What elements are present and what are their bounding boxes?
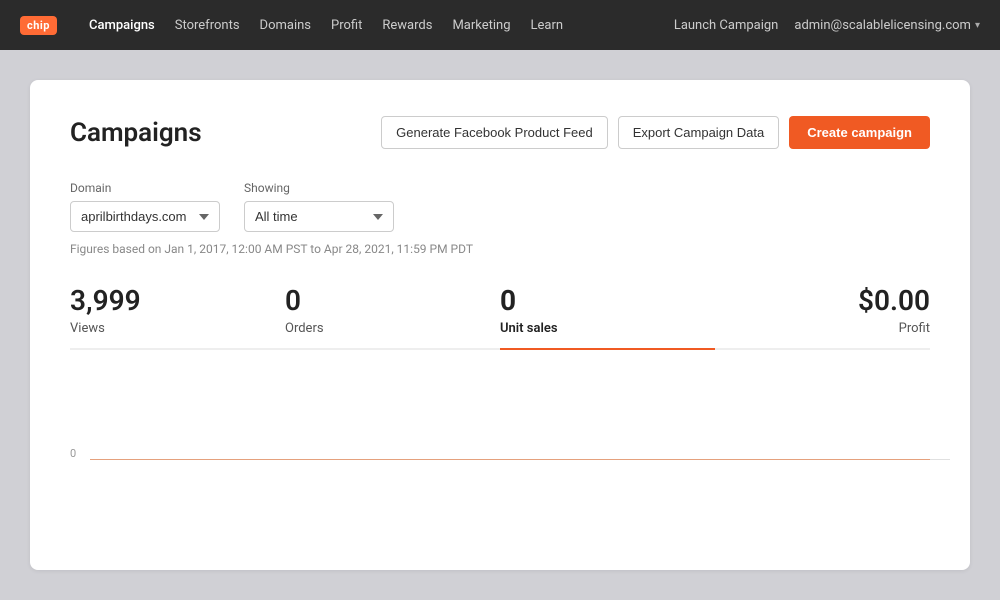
stat-views: 3,999 Views [70,284,285,350]
stat-unit-sales-label: Unit sales [500,321,715,336]
stat-unit-sales: 0 Unit sales [500,284,715,350]
chevron-down-icon: ▾ [975,20,980,31]
stat-orders-value: 0 [285,284,500,317]
nav-links: Campaigns Storefronts Domains Profit Rew… [89,18,650,33]
generate-feed-button[interactable]: Generate Facebook Product Feed [381,116,608,149]
showing-filter-group: Showing All timeLast 7 daysLast 30 daysL… [244,181,394,232]
chart-y-label: 0 [70,447,76,460]
stat-profit-label: Profit [715,321,930,336]
domain-filter-group: Domain aprilbirthdays.com [70,181,220,232]
domain-label: Domain [70,181,220,195]
filters-row: Domain aprilbirthdays.com Showing All ti… [70,181,930,232]
nav-campaigns[interactable]: Campaigns [89,18,155,33]
chart-line-container [90,459,930,460]
stat-views-label: Views [70,321,285,336]
stat-profit-value: $0.00 [715,284,930,317]
stats-row: 3,999 Views 0 Orders 0 Unit sales $0.00 … [70,284,930,350]
header-row: Campaigns Generate Facebook Product Feed… [70,116,930,149]
user-email: admin@scalablelicensing.com [794,18,971,33]
nav-domains[interactable]: Domains [260,18,311,33]
showing-select[interactable]: All timeLast 7 daysLast 30 daysLast 90 d… [244,201,394,232]
stat-profit: $0.00 Profit [715,284,930,350]
header-actions: Generate Facebook Product Feed Export Ca… [381,116,930,149]
content-card: Campaigns Generate Facebook Product Feed… [30,80,970,570]
create-campaign-button[interactable]: Create campaign [789,116,930,149]
stat-unit-sales-value: 0 [500,284,715,317]
stat-orders: 0 Orders [285,284,500,350]
nav-right: Launch Campaign admin@scalablelicensing.… [674,18,980,33]
nav-learn[interactable]: Learn [531,18,564,33]
nav-rewards[interactable]: Rewards [382,18,432,33]
showing-label: Showing [244,181,394,195]
nav-marketing[interactable]: Marketing [452,18,510,33]
launch-campaign-link[interactable]: Launch Campaign [674,18,779,33]
main-nav: chip Campaigns Storefronts Domains Profi… [0,0,1000,50]
nav-profit[interactable]: Profit [331,18,362,33]
stat-orders-label: Orders [285,321,500,336]
chart-line [90,459,930,460]
nav-storefronts[interactable]: Storefronts [175,18,240,33]
figures-note: Figures based on Jan 1, 2017, 12:00 AM P… [70,242,930,256]
export-data-button[interactable]: Export Campaign Data [618,116,780,149]
page-title: Campaigns [70,118,202,148]
main-wrapper: Campaigns Generate Facebook Product Feed… [0,50,1000,600]
stat-views-value: 3,999 [70,284,285,317]
domain-select[interactable]: aprilbirthdays.com [70,201,220,232]
user-menu[interactable]: admin@scalablelicensing.com ▾ [794,18,980,33]
chart-area: 0 [70,380,930,460]
logo[interactable]: chip [20,16,57,35]
